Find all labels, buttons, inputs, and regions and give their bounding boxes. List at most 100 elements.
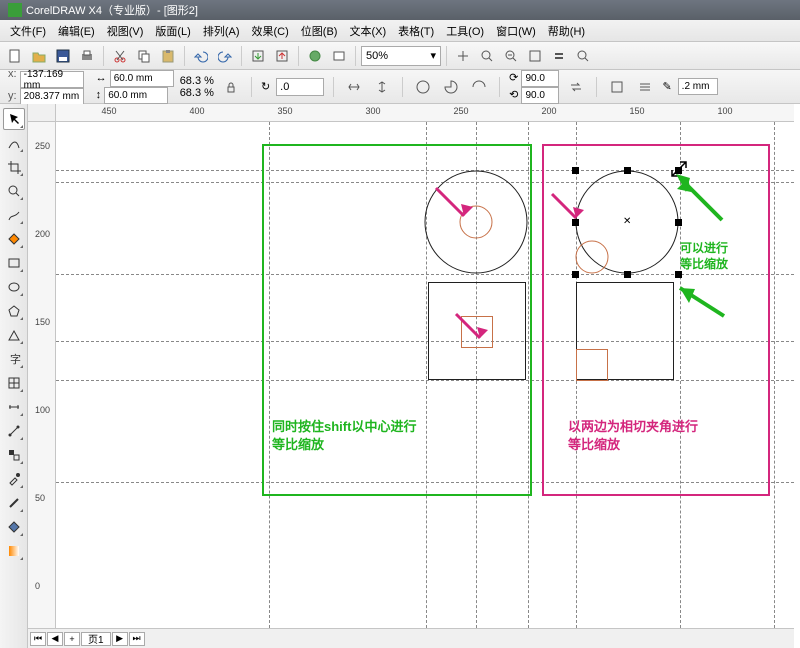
x-value-field[interactable]: -137.169 mm xyxy=(20,71,84,88)
circle-small-right[interactable] xyxy=(575,240,609,274)
menu-view[interactable]: 视图(V) xyxy=(101,21,150,41)
undo-button[interactable] xyxy=(190,45,212,67)
zoom-level-select[interactable]: 50% ▾ xyxy=(361,46,441,66)
lineweight-field[interactable]: .2 mm xyxy=(678,78,718,95)
menu-layout[interactable]: 版面(L) xyxy=(149,21,196,41)
ellipse-mode-button[interactable] xyxy=(412,76,434,98)
table-tool[interactable] xyxy=(3,372,25,394)
paste-button[interactable] xyxy=(157,45,179,67)
separator xyxy=(241,46,242,66)
menu-tools[interactable]: 工具(O) xyxy=(440,21,490,41)
mirror-h-button[interactable] xyxy=(343,76,365,98)
redo-button[interactable] xyxy=(214,45,236,67)
export-button[interactable] xyxy=(271,45,293,67)
separator xyxy=(402,77,403,97)
separator xyxy=(184,46,185,66)
interactive-tool[interactable] xyxy=(3,444,25,466)
y-value-field[interactable]: 208.377 mm xyxy=(20,88,84,105)
zoom-in-button[interactable] xyxy=(476,45,498,67)
print-button[interactable] xyxy=(76,45,98,67)
property-bar: x: -137.169 mm y: 208.377 mm ↔ 60.0 mm ↕… xyxy=(0,70,800,104)
menu-bitmaps[interactable]: 位图(B) xyxy=(295,21,344,41)
app-launcher-button[interactable] xyxy=(304,45,326,67)
copy-button[interactable] xyxy=(133,45,155,67)
open-button[interactable] xyxy=(28,45,50,67)
chevron-down-icon: ▾ xyxy=(430,49,436,62)
zoom-tool[interactable] xyxy=(3,180,25,202)
menu-edit[interactable]: 编辑(E) xyxy=(52,21,101,41)
shape-tool[interactable] xyxy=(3,132,25,154)
square-small-right[interactable] xyxy=(576,349,608,381)
wrap-text-button[interactable] xyxy=(606,76,628,98)
toolbar-main: 50% ▾ xyxy=(0,42,800,70)
pie-mode-button[interactable] xyxy=(440,76,462,98)
selection-handle-sw[interactable] xyxy=(572,271,579,278)
ellipse-tool[interactable] xyxy=(3,276,25,298)
menu-effects[interactable]: 效果(C) xyxy=(246,21,295,41)
width-field[interactable]: 60.0 mm xyxy=(110,70,174,87)
canvas[interactable]: ✕ 同时按住shift以中心进行 等比缩放 以两边为相切夹角进行 等比缩放 可以… xyxy=(56,122,794,628)
menu-arrange[interactable]: 排列(A) xyxy=(197,21,246,41)
zoom-out-button[interactable] xyxy=(500,45,522,67)
selection-center[interactable]: ✕ xyxy=(623,218,631,226)
menu-table[interactable]: 表格(T) xyxy=(392,21,440,41)
eyedropper-tool[interactable] xyxy=(3,468,25,490)
save-button[interactable] xyxy=(52,45,74,67)
guide-vertical[interactable] xyxy=(774,122,775,628)
page-prev-button[interactable]: ◀ xyxy=(47,632,63,646)
selection-handle-n[interactable] xyxy=(624,167,631,174)
arc-mode-button[interactable] xyxy=(468,76,490,98)
help-button[interactable] xyxy=(572,45,594,67)
snap-button[interactable] xyxy=(452,45,474,67)
rectangle-tool[interactable] xyxy=(3,252,25,274)
cut-button[interactable] xyxy=(109,45,131,67)
menu-file[interactable]: 文件(F) xyxy=(4,21,52,41)
import-button[interactable] xyxy=(247,45,269,67)
crop-tool[interactable] xyxy=(3,156,25,178)
freehand-tool[interactable] xyxy=(3,204,25,226)
ruler-h-tick: 150 xyxy=(627,106,647,116)
title-text: CorelDRAW X4（专业版）- [图形2] xyxy=(26,2,198,18)
fill-tool[interactable] xyxy=(3,516,25,538)
new-button[interactable] xyxy=(4,45,26,67)
dimension-tool[interactable] xyxy=(3,396,25,418)
outline-tool[interactable] xyxy=(3,492,25,514)
page-last-button[interactable]: ⏭ xyxy=(129,632,145,646)
mirror-v-button[interactable] xyxy=(371,76,393,98)
angle-start-field[interactable]: 90.0 xyxy=(521,70,559,87)
arrow-annotation-icon xyxy=(672,170,726,224)
ruler-horizontal[interactable]: 450 400 350 300 250 200 150 100 xyxy=(56,104,794,122)
ruler-vertical[interactable]: 250 200 150 100 50 0 xyxy=(28,122,56,628)
connector-tool[interactable] xyxy=(3,420,25,442)
title-bar: CorelDRAW X4（专业版）- [图形2] xyxy=(0,0,800,20)
menu-help[interactable]: 帮助(H) xyxy=(542,21,591,41)
welcome-button[interactable] xyxy=(328,45,350,67)
height-field[interactable]: 60.0 mm xyxy=(104,87,168,104)
interactivefill-tool[interactable] xyxy=(3,540,25,562)
selection-handle-nw[interactable] xyxy=(572,167,579,174)
menu-window[interactable]: 窗口(W) xyxy=(490,21,542,41)
text-tool[interactable]: 字 xyxy=(3,348,25,370)
selection-handle-s[interactable] xyxy=(624,271,631,278)
swap-angles-button[interactable] xyxy=(565,76,587,98)
page-add-button[interactable]: + xyxy=(64,632,80,646)
smartfill-tool[interactable] xyxy=(3,228,25,250)
polygon-tool[interactable] xyxy=(3,300,25,322)
basicshapes-tool[interactable] xyxy=(3,324,25,346)
ruler-h-tick: 450 xyxy=(99,106,119,116)
angle-end-field[interactable]: 90.0 xyxy=(521,87,559,104)
ruler-h-tick: 400 xyxy=(187,106,207,116)
pick-tool[interactable] xyxy=(3,108,25,130)
lock-ratio-button[interactable] xyxy=(220,76,242,98)
scale-x-field[interactable]: 68.3 xyxy=(180,75,201,87)
menu-text[interactable]: 文本(X) xyxy=(343,21,392,41)
page-tab[interactable]: 页1 xyxy=(81,632,111,646)
page-next-button[interactable]: ▶ xyxy=(112,632,128,646)
scale-y-field[interactable]: 68.3 xyxy=(180,87,201,99)
fullscreen-button[interactable] xyxy=(524,45,546,67)
rotation-field[interactable]: .0 xyxy=(276,78,324,96)
outline-width-button[interactable] xyxy=(634,76,656,98)
options-button[interactable] xyxy=(548,45,570,67)
page-first-button[interactable]: ⏮ xyxy=(30,632,46,646)
ruler-corner[interactable] xyxy=(28,104,56,122)
